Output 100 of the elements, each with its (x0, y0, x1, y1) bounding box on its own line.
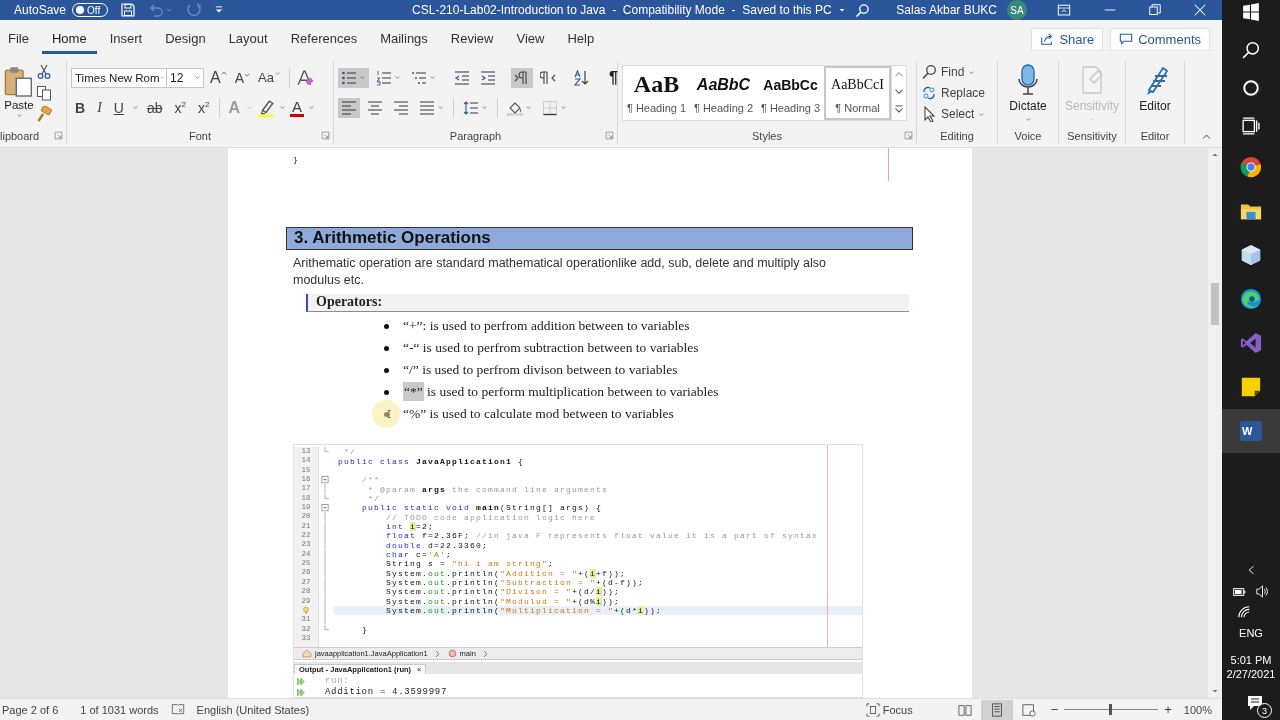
clock[interactable]: 5:01 PM 2/27/2021 (1226, 654, 1276, 680)
restore-icon[interactable] (1149, 4, 1161, 16)
sticky-note-icon[interactable] (1240, 376, 1262, 398)
right-to-left-icon (540, 69, 556, 86)
font-size-dropdown[interactable]: 12 (166, 67, 204, 88)
bullet-icon (384, 367, 389, 373)
group-label: Editor (1140, 129, 1170, 142)
page-count[interactable]: Page 2 of 6 (2, 703, 59, 716)
format-button[interactable]: I (93, 99, 106, 116)
style-option[interactable]: AaBbC ¶ Heading 2 (690, 66, 757, 120)
dictate-button[interactable]: Dictate (1002, 61, 1054, 127)
word-app-icon[interactable]: W (1240, 421, 1262, 441)
volume-icon[interactable] (1255, 585, 1270, 598)
share-button[interactable]: Share (1031, 27, 1104, 51)
left-to-right-button[interactable] (511, 67, 533, 88)
format-button[interactable]: U (109, 99, 128, 116)
dialog-launcher-icon[interactable] (605, 131, 614, 140)
caret-icon[interactable] (194, 74, 201, 81)
browser-icon[interactable] (1240, 288, 1262, 310)
ribbon-tab[interactable]: View (506, 24, 555, 54)
print-layout-button[interactable] (980, 699, 1013, 720)
change-case-button[interactable]: Aa (256, 70, 283, 85)
code-line: System.out.println("Subtraction = "+(d-f)); (385, 578, 645, 587)
show-hidden-icons-icon[interactable] (1246, 563, 1256, 577)
scrollbar-thumb[interactable] (1211, 283, 1219, 325)
word-count[interactable]: 1 of 1031 words (80, 703, 159, 716)
ribbon-tab[interactable]: Help (557, 24, 605, 54)
align-left-button[interactable] (338, 97, 360, 118)
battery-icon[interactable] (1232, 586, 1247, 597)
search-icon[interactable] (855, 2, 871, 18)
paste-button[interactable]: Paste (4, 61, 34, 127)
clear-formatting-icon[interactable] (295, 68, 314, 87)
ribbon-tab[interactable]: Insert (99, 24, 153, 54)
zoom-out-button[interactable]: − (1050, 702, 1059, 717)
user-name[interactable]: Salas Akbar BUKC (896, 3, 997, 17)
proofing-icon[interactable] (170, 703, 185, 716)
font-color-button[interactable]: A (289, 98, 304, 117)
avatar[interactable]: SA (1007, 0, 1027, 20)
ribbon-tab[interactable]: Layout (218, 24, 278, 54)
dialog-launcher-icon[interactable] (54, 131, 63, 140)
shrink-font-button[interactable]: A (232, 69, 252, 86)
search-icon[interactable] (1242, 41, 1260, 59)
style-option[interactable]: AaB ¶ Heading 1 (623, 66, 690, 120)
cube-icon[interactable] (1240, 244, 1262, 266)
code-line: System.out.println("Multiplication = "+(d*i)); (385, 606, 663, 616)
task-view-icon[interactable] (1242, 117, 1260, 135)
scroll-up-icon[interactable] (1210, 151, 1220, 159)
rerun-icon[interactable] (296, 676, 307, 686)
ribbon-tab[interactable]: Review (440, 24, 504, 54)
ribbon-tab[interactable]: File (0, 24, 39, 54)
ribbon-tab[interactable]: References (280, 24, 368, 54)
notification-icon[interactable] (1247, 695, 1263, 711)
style-option[interactable]: AaBbCcI ¶ Normal (824, 66, 891, 120)
ribbon-tab[interactable]: Home (41, 24, 97, 54)
format-painter-icon[interactable] (36, 106, 52, 122)
scroll-down-icon[interactable] (1210, 687, 1220, 695)
start-icon[interactable] (1242, 3, 1260, 21)
format-button[interactable]: B (71, 99, 90, 116)
cortana-icon[interactable] (1242, 79, 1260, 97)
save-icon[interactable] (120, 2, 137, 18)
highlighter-icon[interactable] (256, 98, 275, 117)
find-button[interactable]: Find (921, 64, 986, 80)
list-item-text: “%” is used to calculate mod between to variables (403, 406, 674, 422)
show-marks-button[interactable]: ¶ (605, 68, 622, 87)
ribbon-display-icon[interactable] (1057, 3, 1071, 17)
zoom-level[interactable]: 100% (1183, 703, 1212, 716)
browser-icon[interactable] (1240, 156, 1262, 178)
collapse-fold-icon[interactable] (319, 475, 331, 485)
caret-icon (244, 71, 250, 78)
dialog-launcher-icon[interactable] (904, 131, 913, 140)
customize-caret-icon[interactable] (214, 5, 225, 15)
wifi-icon[interactable] (1237, 605, 1251, 619)
collapse-fold-icon[interactable] (319, 503, 331, 513)
ribbon-tab[interactable]: Mailings (370, 24, 438, 54)
font-name-dropdown[interactable]: Times New Rom (71, 67, 167, 88)
close-icon[interactable] (1194, 4, 1206, 16)
output-text: run: (325, 676, 350, 686)
grow-font-button[interactable]: A (208, 68, 229, 87)
zoom-in-button[interactable]: + (1164, 702, 1172, 717)
format-button[interactable]: x$^{2}$ (193, 99, 214, 116)
select-button[interactable]: Select (921, 106, 986, 122)
dialog-launcher-icon[interactable] (321, 131, 330, 140)
zoom-slider-thumb[interactable] (1109, 704, 1113, 715)
caret-icon[interactable] (837, 6, 846, 14)
cut-icon[interactable] (36, 64, 52, 80)
format-button[interactable]: ab (142, 99, 167, 116)
copy-icon[interactable] (36, 85, 52, 101)
language-status[interactable]: English (United States) (196, 703, 310, 716)
bullets-button[interactable] (338, 67, 369, 88)
lightbulb-icon[interactable] (302, 606, 310, 615)
input-language[interactable]: ENG (1239, 627, 1263, 639)
focus-button[interactable]: Focus (865, 702, 913, 717)
style-option[interactable]: AaBbCc ¶ Heading 3 (757, 66, 824, 120)
code-editor-icon[interactable] (1240, 332, 1262, 354)
ribbon-tab[interactable]: Design (155, 24, 216, 54)
group-label: Paragraph (449, 129, 502, 142)
class-icon (302, 649, 312, 658)
comments-button[interactable]: Comments (1110, 27, 1210, 51)
replace-button[interactable]: Replace (921, 85, 986, 101)
editor-button[interactable]: Editor (1130, 61, 1180, 127)
